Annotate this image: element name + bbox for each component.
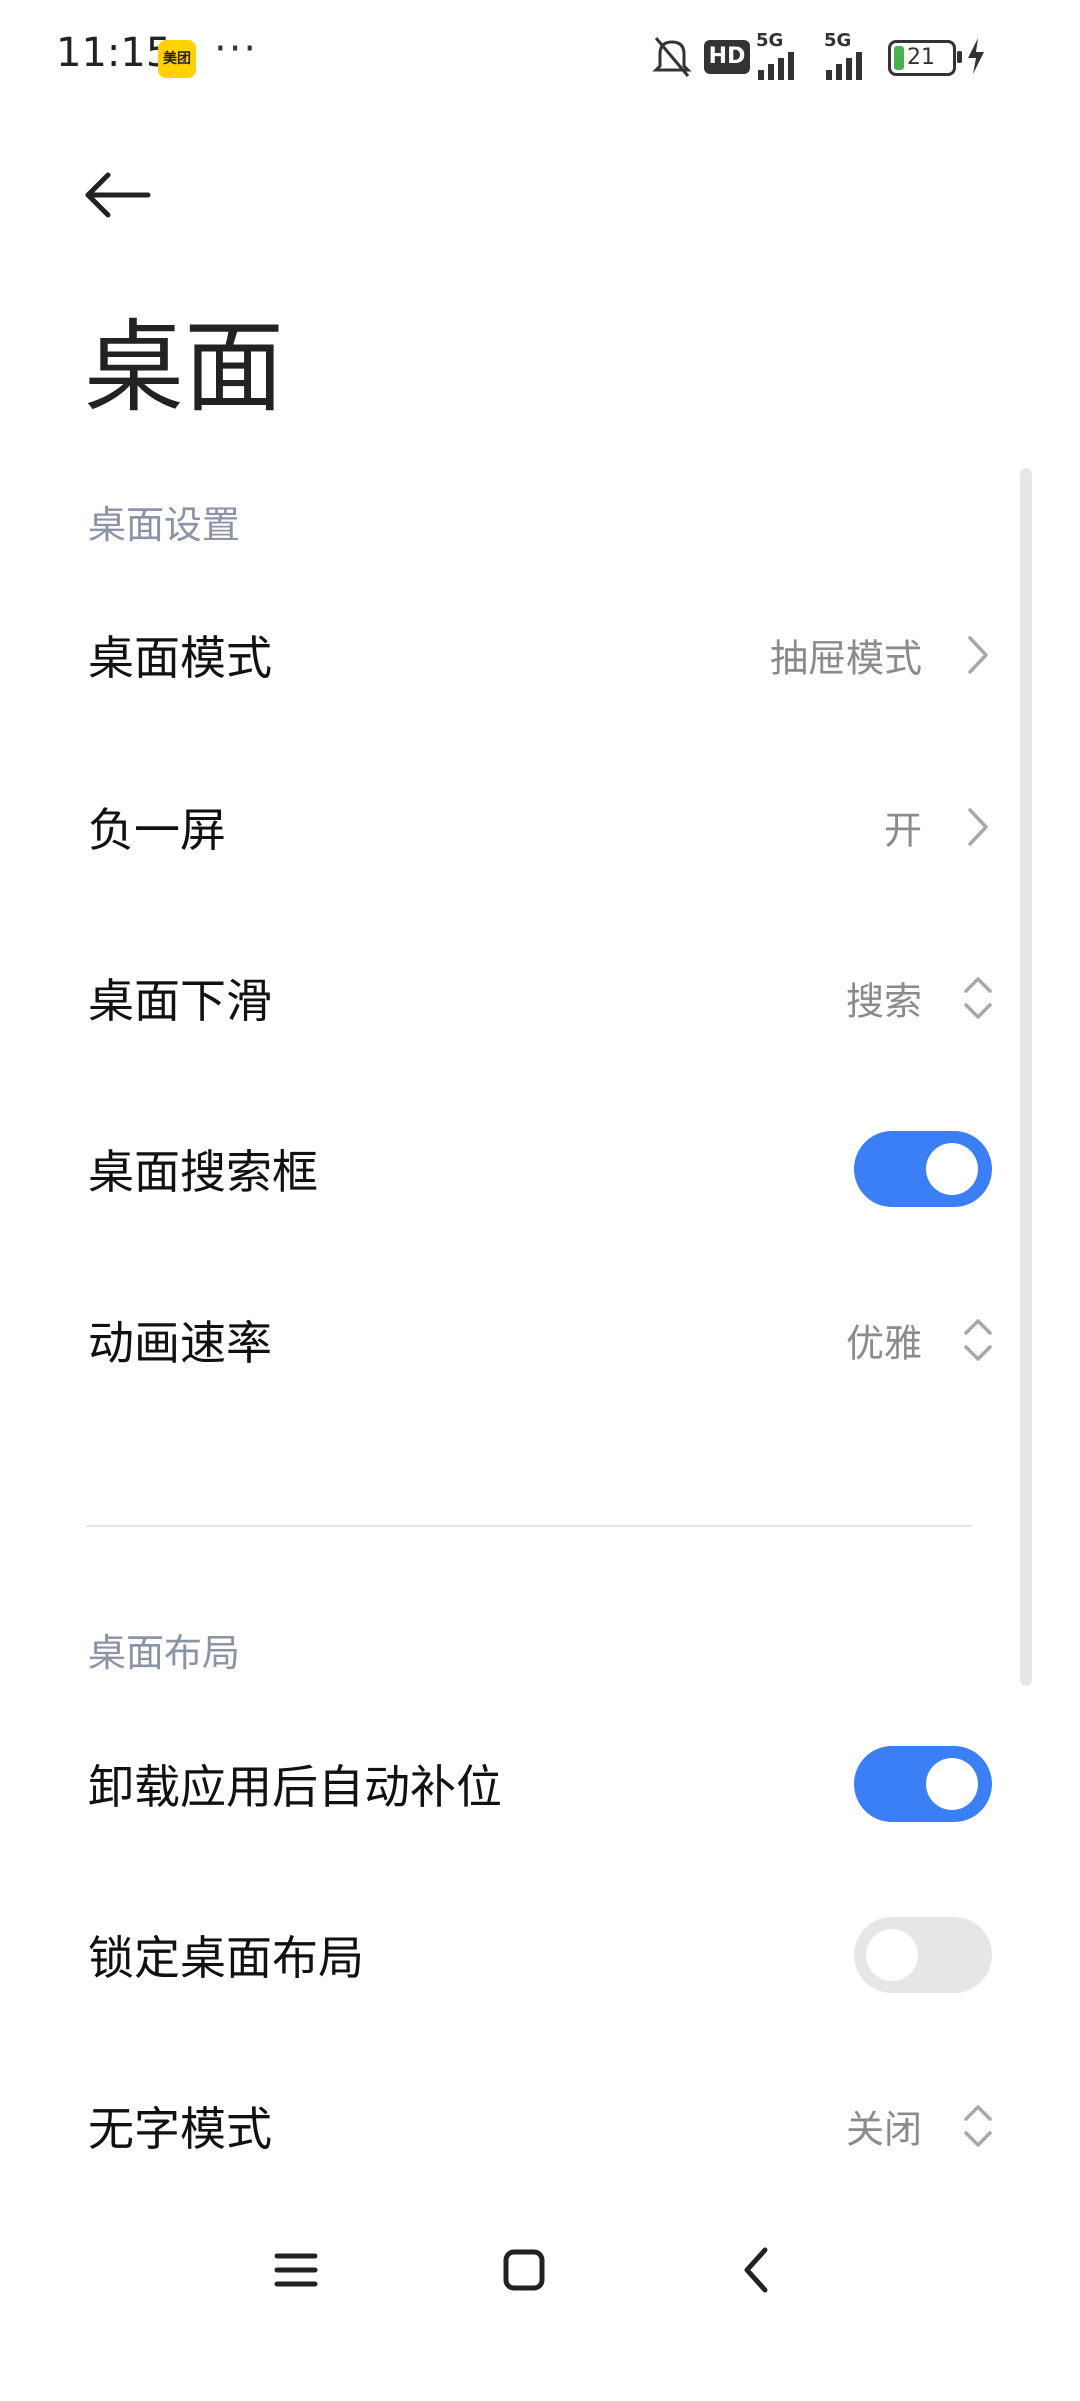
navigation-bar: [0, 2220, 1080, 2340]
status-bar: 11:15 美团 ··· HD 5G 5G 21: [0, 0, 1080, 118]
desktop-search-box-row: 桌面搜索框: [0, 1094, 1080, 1244]
lock-layout-row: 锁定桌面布局: [0, 1880, 1080, 2030]
section-header-desktop-settings: 桌面设置: [88, 503, 241, 547]
signal-icon-1: [758, 52, 794, 80]
animation-speed-label: 动画速率: [88, 1316, 272, 1370]
minus-one-screen-label: 负一屏: [88, 803, 226, 857]
mute-bell-icon: [652, 37, 692, 77]
lock-layout-label: 锁定桌面布局: [88, 1931, 364, 1985]
battery-icon: 21: [888, 40, 962, 76]
desktop-mode-value: 抽屉模式: [769, 636, 922, 681]
desktop-swipe-down-label: 桌面下滑: [88, 974, 272, 1028]
auto-fill-after-uninstall-label: 卸载应用后自动补位: [88, 1760, 502, 1814]
no-text-mode-row[interactable]: 无字模式 关闭: [0, 2051, 1080, 2201]
back-chevron-icon: [744, 2247, 768, 2293]
desktop-search-box-label: 桌面搜索框: [88, 1145, 318, 1199]
minus-one-screen-value: 开: [883, 808, 922, 853]
page-title: 桌面: [84, 309, 284, 426]
chevron-up-down-icon: [960, 1315, 996, 1365]
back-button[interactable]: [72, 150, 162, 240]
meituan-notification-icon: 美团: [158, 40, 196, 78]
hd-voice-icon: HD: [704, 40, 750, 74]
section-divider: [86, 1525, 972, 1527]
animation-speed-row[interactable]: 动画速率 优雅: [0, 1265, 1080, 1415]
lock-layout-toggle[interactable]: [854, 1917, 992, 1993]
desktop-mode-row[interactable]: 桌面模式 抽屉模式: [0, 580, 1080, 730]
signal-icon-2: [826, 52, 862, 80]
back-arrow-icon: [85, 172, 151, 218]
animation-speed-value: 优雅: [845, 1321, 922, 1366]
chevron-up-down-icon: [960, 973, 996, 1023]
no-text-mode-label: 无字模式: [88, 2102, 272, 2156]
no-text-mode-value: 关闭: [845, 2107, 922, 2152]
home-square-icon: [503, 2249, 545, 2291]
nav-back-button[interactable]: [706, 2220, 806, 2320]
desktop-swipe-down-row[interactable]: 桌面下滑 搜索: [0, 923, 1080, 1073]
chevron-right-icon: [960, 630, 996, 680]
desktop-swipe-down-value: 搜索: [845, 979, 922, 1024]
battery-level: 21: [907, 45, 935, 70]
charging-icon: [968, 38, 984, 74]
chevron-up-down-icon: [960, 2101, 996, 2151]
home-button[interactable]: [474, 2220, 574, 2320]
menu-icon: [274, 2253, 318, 2287]
section-header-desktop-layout: 桌面布局: [88, 1631, 241, 1675]
status-time: 11:15: [56, 30, 172, 76]
more-notifications-icon: ···: [214, 26, 259, 72]
chevron-right-icon: [960, 802, 996, 852]
recent-apps-button[interactable]: [246, 2220, 346, 2320]
auto-fill-after-uninstall-toggle[interactable]: [854, 1746, 992, 1822]
status-icons: HD 5G 5G 21: [652, 30, 1032, 84]
minus-one-screen-row[interactable]: 负一屏 开: [0, 752, 1080, 902]
desktop-mode-label: 桌面模式: [88, 631, 272, 685]
desktop-search-box-toggle[interactable]: [854, 1131, 992, 1207]
auto-fill-after-uninstall-row: 卸载应用后自动补位: [0, 1709, 1080, 1859]
